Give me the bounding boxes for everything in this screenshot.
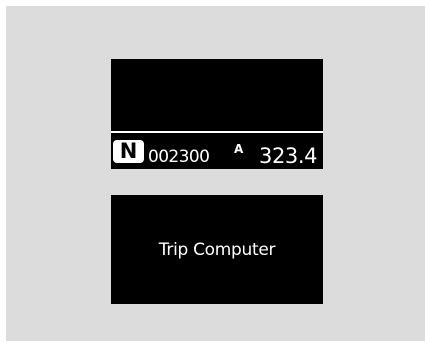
instrument-display: N 002300 A 323.4: [111, 59, 323, 169]
instrument-panel-background: N 002300 A 323.4 Trip Computer: [6, 6, 425, 341]
trip-meter-label: A: [234, 142, 244, 156]
info-display: Trip Computer: [111, 195, 323, 304]
display-divider: [111, 131, 323, 133]
info-screen-title: Trip Computer: [158, 239, 276, 260]
trip-meter-value: 323.4: [259, 144, 318, 168]
status-row: N 002300 A 323.4: [111, 136, 323, 169]
odometer-readout: 002300: [148, 147, 210, 167]
gear-indicator: N: [113, 140, 144, 163]
